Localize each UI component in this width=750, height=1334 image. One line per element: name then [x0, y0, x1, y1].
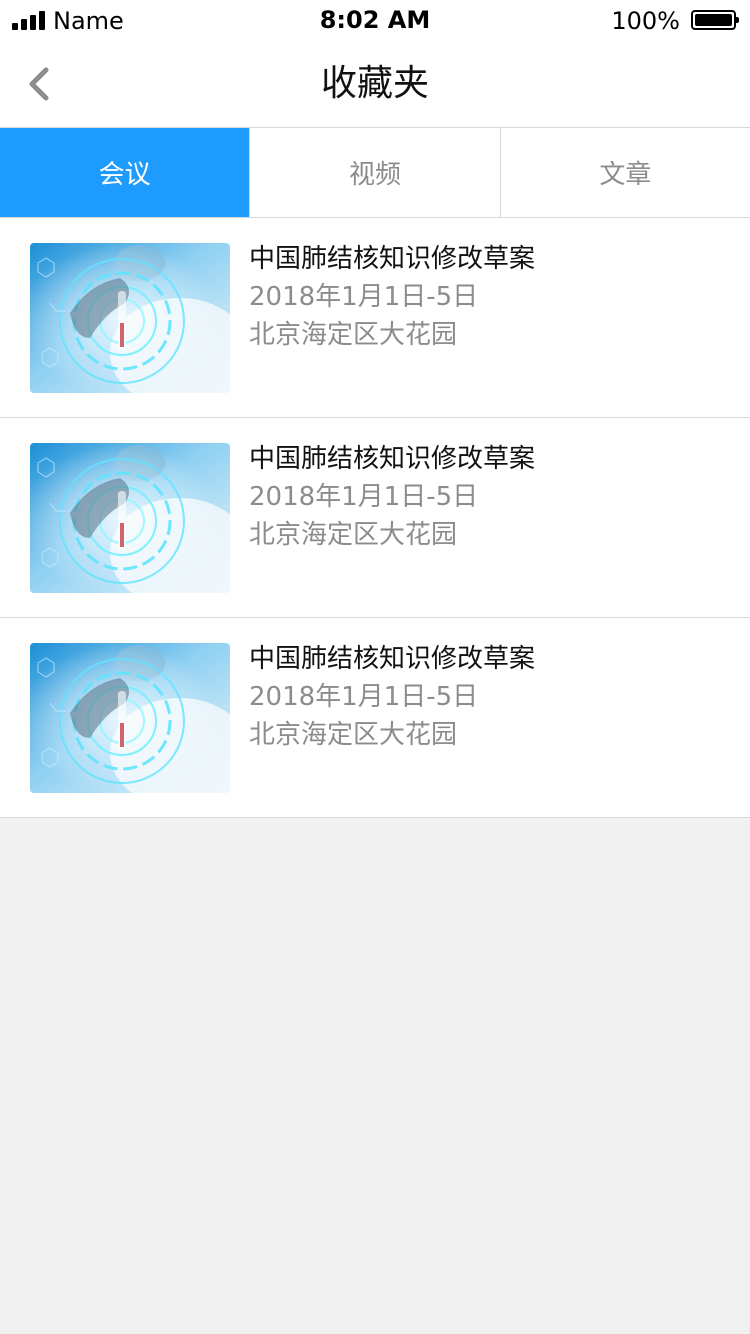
item-date: 2018年1月1日-5日: [249, 282, 479, 312]
item-date: 2018年1月1日-5日: [249, 682, 479, 712]
thumbnail-image: [30, 643, 230, 793]
item-location: 北京海定区大花园: [249, 320, 458, 350]
list-item[interactable]: 中国肺结核知识修改草案 2018年1月1日-5日 北京海定区大花园: [0, 418, 750, 618]
tab-articles[interactable]: 文章: [499, 128, 750, 217]
tab-videos[interactable]: 视频: [249, 128, 499, 217]
list-item[interactable]: 中国肺结核知识修改草案 2018年1月1日-5日 北京海定区大花园: [0, 218, 750, 418]
item-title: 中国肺结核知识修改草案: [249, 644, 536, 674]
item-location: 北京海定区大花园: [249, 720, 458, 750]
item-title: 中国肺结核知识修改草案: [249, 444, 536, 474]
battery-percentage: 100%: [611, 7, 680, 35]
item-location: 北京海定区大花园: [249, 520, 458, 550]
favorites-list: 中国肺结核知识修改草案 2018年1月1日-5日 北京海定区大花园 中国肺结核知…: [0, 218, 750, 818]
back-button[interactable]: [22, 62, 62, 106]
page-title: 收藏夹: [320, 63, 429, 104]
chevron-left-icon: [29, 67, 49, 101]
item-date: 2018年1月1日-5日: [249, 482, 479, 512]
item-title: 中国肺结核知识修改草案: [249, 244, 536, 274]
thumbnail-image: [30, 443, 230, 593]
status-bar: Name 8:02 AM 100%: [0, 0, 750, 40]
thumbnail-image: [30, 243, 230, 393]
tab-meetings[interactable]: 会议: [0, 128, 250, 217]
list-item[interactable]: 中国肺结核知识修改草案 2018年1月1日-5日 北京海定区大花园: [0, 618, 750, 818]
navigation-bar: 收藏夹: [0, 40, 750, 128]
tab-bar: 会议 视频 文章: [0, 128, 750, 218]
battery-icon: [691, 10, 739, 30]
